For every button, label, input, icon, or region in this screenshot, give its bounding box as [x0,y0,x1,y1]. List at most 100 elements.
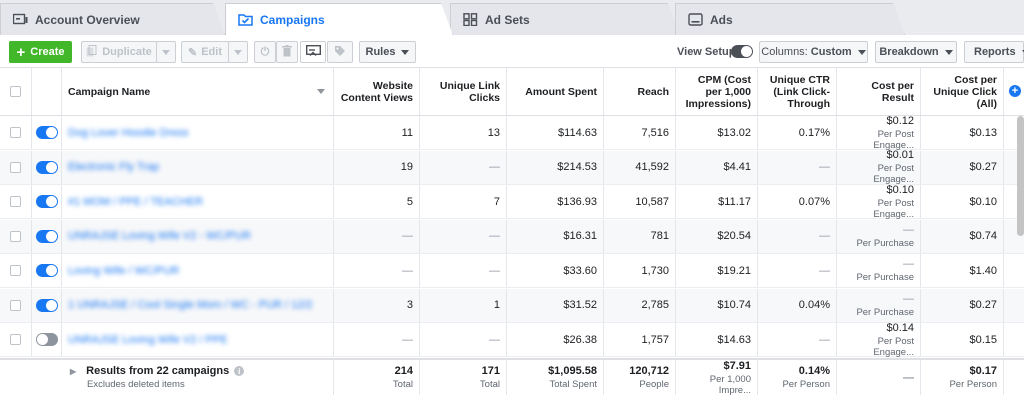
unique-link-clicks: 13 [487,126,500,139]
row-checkbox[interactable] [10,334,21,345]
campaign-name-link[interactable]: UNRAJSE Loving Wife V2 - WC/PUR [68,230,327,242]
total-views: 214 [394,365,413,377]
tab-label: Ad Sets [485,12,530,27]
edit-button[interactable]: ✎ Edit [181,41,229,63]
create-button[interactable]: + Create [9,41,72,63]
column-header-unique-link-clicks[interactable]: Unique Link Clicks [420,68,507,115]
view-setup-toggle[interactable] [731,45,753,58]
unique-ctr: 0.07% [798,195,830,208]
tab-account-overview[interactable]: Account Overview [0,3,225,35]
cost-per-result-type: Per Post Engage... [873,163,914,185]
tab-ad-sets[interactable]: Ad Sets [450,3,680,35]
total-cpm: $7.91 [723,359,751,372]
website-content-views: 5 [406,195,413,208]
total-cpuc: $0.17 [969,365,997,377]
tab-ads[interactable]: Ads [675,3,905,35]
column-header-cost-per-unique-click[interactable]: Cost per Unique Click (All) [921,68,1004,115]
column-header-amount-spent[interactable]: Amount Spent [507,68,604,115]
chevron-down-icon [234,49,242,55]
table-row[interactable]: #1 MOM / PPE / TEACHER 5 7 $136.93 10,58… [0,184,1024,220]
row-checkbox[interactable] [10,196,21,207]
campaign-name-link[interactable]: Loving Wife / WC/PUR [68,265,327,277]
tag-icon [334,45,346,60]
campaign-toggle[interactable] [35,333,58,346]
cost-per-result-type: Per Post Engage... [873,128,914,151]
column-header-campaign-name[interactable]: Campaign Name [62,68,334,115]
amount-spent: $16.31 [563,230,597,242]
campaign-toggle[interactable] [35,126,58,139]
column-header-cpm[interactable]: CPM (Cost per 1,000 Impressions) [676,68,758,115]
row-checkbox[interactable] [10,265,21,276]
campaign-toggle[interactable] [35,298,58,312]
duplicate-dropdown[interactable] [156,41,176,63]
view-setup-label: View Setup [677,46,736,58]
cpm: $11.17 [718,195,751,208]
reach: 2,785 [641,299,669,311]
row-checkbox[interactable] [10,161,21,173]
amount-spent: $214.53 [557,161,597,173]
expand-triangle-icon[interactable]: ▶ [70,367,76,376]
duplicate-icon [86,44,97,60]
cost-per-result-type: Per Purchase [856,306,914,318]
website-content-views: — [402,230,413,242]
table-row[interactable]: Electronic Fly Trap 19 — $214.53 41,592 … [0,149,1024,185]
tab-bar: Account Overview Campaigns Ad Sets Ads [0,0,1024,35]
ad-sets-grid-icon [463,13,478,26]
unique-ctr: — [819,161,830,173]
unique-ctr: — [819,333,830,346]
cost-per-result: $0.01 [886,149,914,161]
totals-label: Results from 22 campaigns [86,365,230,377]
vertical-scrollbar[interactable] [1017,116,1024,236]
unique-ctr: — [819,264,830,277]
row-checkbox[interactable] [10,299,21,311]
campaign-toggle[interactable] [35,264,58,277]
column-header-website-content-views[interactable]: Website Content Views [334,68,420,115]
table-row[interactable]: Loving Wife / WC/PUR — — $33.60 1,730 $1… [0,254,1024,288]
row-checkbox[interactable] [10,230,21,242]
column-header-cost-per-result[interactable]: Cost per Result [837,68,921,115]
edit-dropdown[interactable] [228,41,248,63]
cost-per-result: — [903,258,914,270]
select-all-checkbox[interactable] [10,86,21,97]
tab-campaigns[interactable]: Campaigns [225,3,453,35]
toggle-on-off-button[interactable]: ⏻ [254,41,276,63]
campaign-name-link[interactable]: Electronic Fly Trap [68,161,327,173]
rules-button[interactable]: Rules [359,41,416,63]
row-checkbox[interactable] [10,127,21,138]
column-header-unique-ctr[interactable]: Unique CTR (Link Click-Through [758,68,837,115]
delete-button[interactable] [276,41,298,63]
unique-link-clicks: 7 [493,195,500,208]
duplicate-button[interactable]: Duplicate [81,41,157,63]
totals-row: ▶ Results from 22 campaigns i Excludes d… [0,358,1024,395]
breakdown-button[interactable]: Breakdown [875,41,957,63]
tab-label: Account Overview [35,12,140,27]
campaign-toggle[interactable] [35,229,58,243]
table-row[interactable]: 1 UNRAJSE / Cool Single Mom / WC - PUR /… [0,288,1024,323]
unique-link-clicks: — [489,230,500,242]
tag-button[interactable] [327,41,353,63]
cost-per-result: — [903,292,914,305]
website-content-views: — [402,333,413,346]
ab-test-icon [305,44,321,60]
table-row[interactable]: Dog Lover Hoodie Dress 11 13 $114.63 7,5… [0,115,1024,151]
columns-button[interactable]: Columns: Custom [759,41,868,63]
cost-per-unique-click: $0.27 [969,161,997,173]
table-header: Campaign Name Website Content Views Uniq… [0,68,1024,116]
cost-per-result-type: Per Post Engage... [873,335,914,358]
reports-button[interactable]: Reports [964,41,1024,63]
campaign-name-link[interactable]: #1 MOM / PPE / TEACHER [68,196,327,208]
totals-sublabel: Excludes deleted items [87,379,185,390]
table-row[interactable]: UNRAJSE Loving Wife V2 - WC/PUR — — $16.… [0,219,1024,254]
campaign-name-link[interactable]: Dog Lover Hoodie Dress [68,127,327,139]
chevron-down-icon [401,49,410,55]
column-header-reach[interactable]: Reach [604,68,676,115]
add-column-icon[interactable]: + [1009,85,1021,97]
cost-per-unique-click: $0.13 [969,126,997,139]
campaign-name-link[interactable]: 1 UNRAJSE / Cool Single Mom / WC - PUR /… [68,299,327,311]
ab-test-button[interactable] [300,41,326,63]
info-icon[interactable]: i [234,366,245,376]
table-row[interactable]: UNRAJSE Loving Wife V2 / PPE — — $26.38 … [0,322,1024,358]
campaign-toggle[interactable] [35,160,58,174]
campaign-toggle[interactable] [35,195,58,208]
campaign-name-link[interactable]: UNRAJSE Loving Wife V2 / PPE [68,334,327,346]
